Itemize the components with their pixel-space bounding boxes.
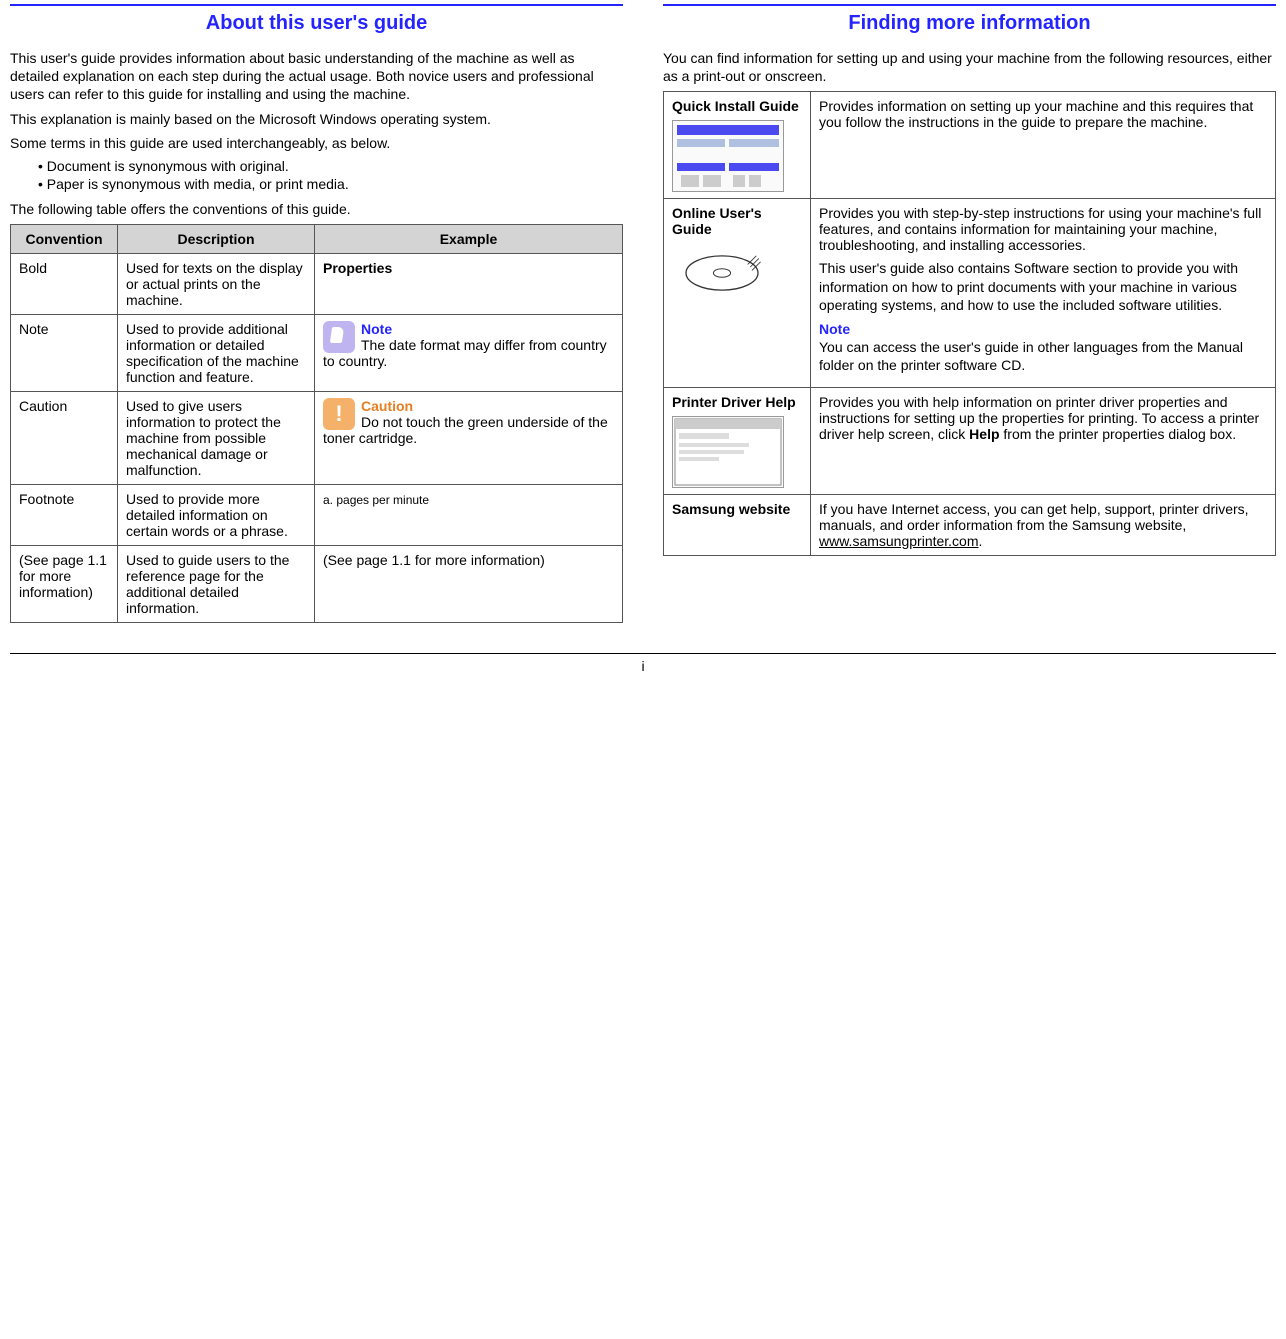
desc-cell: Used to guide users to the reference pag… (118, 546, 315, 623)
help-bold: Help (969, 426, 999, 442)
resource-desc-cell: Provides information on setting up your … (811, 92, 1276, 199)
about-paragraph-3: Some terms in this guide are used interc… (10, 134, 623, 152)
conventions-intro: The following table offers the conventio… (10, 200, 623, 218)
resource-desc-cell: Provides you with help information on pr… (811, 387, 1276, 494)
resource-name-cell: Samsung website (664, 494, 811, 555)
resource-name: Online User's Guide (672, 205, 802, 237)
resource-name: Samsung website (672, 501, 802, 517)
list-item: Paper is synonymous with media, or print… (38, 176, 623, 192)
example-cell: ! Caution Do not touch the green undersi… (315, 392, 623, 485)
page-number: i (10, 653, 1276, 674)
desc-cell: Used to give users information to protec… (118, 392, 315, 485)
resource-name: Printer Driver Help (672, 394, 802, 410)
table-row: Footnote Used to provide more detailed i… (11, 485, 623, 546)
table-row: Bold Used for texts on the display or ac… (11, 254, 623, 315)
note-label: Note (361, 321, 392, 337)
resource-name-cell: Printer Driver Help (664, 387, 811, 494)
note-icon (323, 321, 355, 353)
list-item: Document is synonymous with original. (38, 158, 623, 174)
example-cell: (See page 1.1 for more information) (315, 546, 623, 623)
samsung-desc-a: If you have Internet access, you can get… (819, 501, 1249, 533)
footnote-example: a. pages per minute (323, 493, 429, 507)
section-title-about: About this user's guide (10, 4, 623, 35)
driver-help-desc-b: from the printer properties dialog box. (1000, 426, 1237, 442)
example-cell: a. pages per minute (315, 485, 623, 546)
caution-example-text: Do not touch the green underside of the … (323, 414, 608, 446)
dialog-icon (673, 417, 783, 487)
conv-cell: Bold (11, 254, 118, 315)
desc-cell: Used for texts on the display or actual … (118, 254, 315, 315)
caution-icon: ! (323, 398, 355, 430)
conv-cell: Note (11, 315, 118, 392)
finding-intro: You can find information for setting up … (663, 49, 1276, 85)
samsung-desc-b: . (979, 533, 983, 549)
cd-icon (672, 243, 772, 303)
terms-list: Document is synonymous with original. Pa… (38, 158, 623, 192)
online-guide-note: You can access the user's guide in other… (819, 339, 1243, 373)
right-column: Finding more information You can find in… (663, 0, 1276, 623)
resource-name-cell: Online User's Guide (664, 199, 811, 387)
example-bold: Properties (323, 260, 392, 276)
conv-cell: (See page 1.1 for more information) (11, 546, 118, 623)
table-row: Note Used to provide additional informat… (11, 315, 623, 392)
table-row: Samsung website If you have Internet acc… (664, 494, 1276, 555)
note-label: Note (819, 321, 850, 337)
desc-cell: Used to provide more detailed informatio… (118, 485, 315, 546)
about-paragraph-1: This user's guide provides information a… (10, 49, 623, 104)
conv-cell: Caution (11, 392, 118, 485)
quick-install-thumb (672, 120, 784, 192)
online-guide-desc1: Provides you with step-by-step instructi… (819, 205, 1261, 253)
resources-table: Quick Install Guide (663, 91, 1276, 555)
desc-cell: Used to provide additional information o… (118, 315, 315, 392)
about-paragraph-2: This explanation is mainly based on the … (10, 110, 623, 128)
samsung-link[interactable]: www.samsungprinter.com (819, 533, 979, 549)
section-title-finding: Finding more information (663, 4, 1276, 35)
table-row: Online User's Guide Provides you with st… (664, 199, 1276, 387)
conv-cell: Footnote (11, 485, 118, 546)
resource-desc-cell: If you have Internet access, you can get… (811, 494, 1276, 555)
example-cell: Properties (315, 254, 623, 315)
th-example: Example (315, 225, 623, 254)
left-column: About this user's guide This user's guid… (10, 0, 623, 623)
th-convention: Convention (11, 225, 118, 254)
resource-desc-cell: Provides you with step-by-step instructi… (811, 199, 1276, 387)
resource-name-cell: Quick Install Guide (664, 92, 811, 199)
example-cell: Note The date format may differ from cou… (315, 315, 623, 392)
table-row: Caution Used to give users information t… (11, 392, 623, 485)
table-row: Quick Install Guide (664, 92, 1276, 199)
caution-label: Caution (361, 398, 413, 414)
online-guide-desc2: This user's guide also contains Software… (819, 259, 1267, 314)
th-description: Description (118, 225, 315, 254)
resource-name: Quick Install Guide (672, 98, 802, 114)
note-example-text: The date format may differ from country … (323, 337, 607, 369)
driver-help-thumb (672, 416, 784, 488)
table-row: Printer Driver Help Provides you w (664, 387, 1276, 494)
table-row: (See page 1.1 for more information) Used… (11, 546, 623, 623)
quick-install-icon (673, 121, 783, 191)
conventions-table: Convention Description Example Bold Used… (10, 224, 623, 623)
